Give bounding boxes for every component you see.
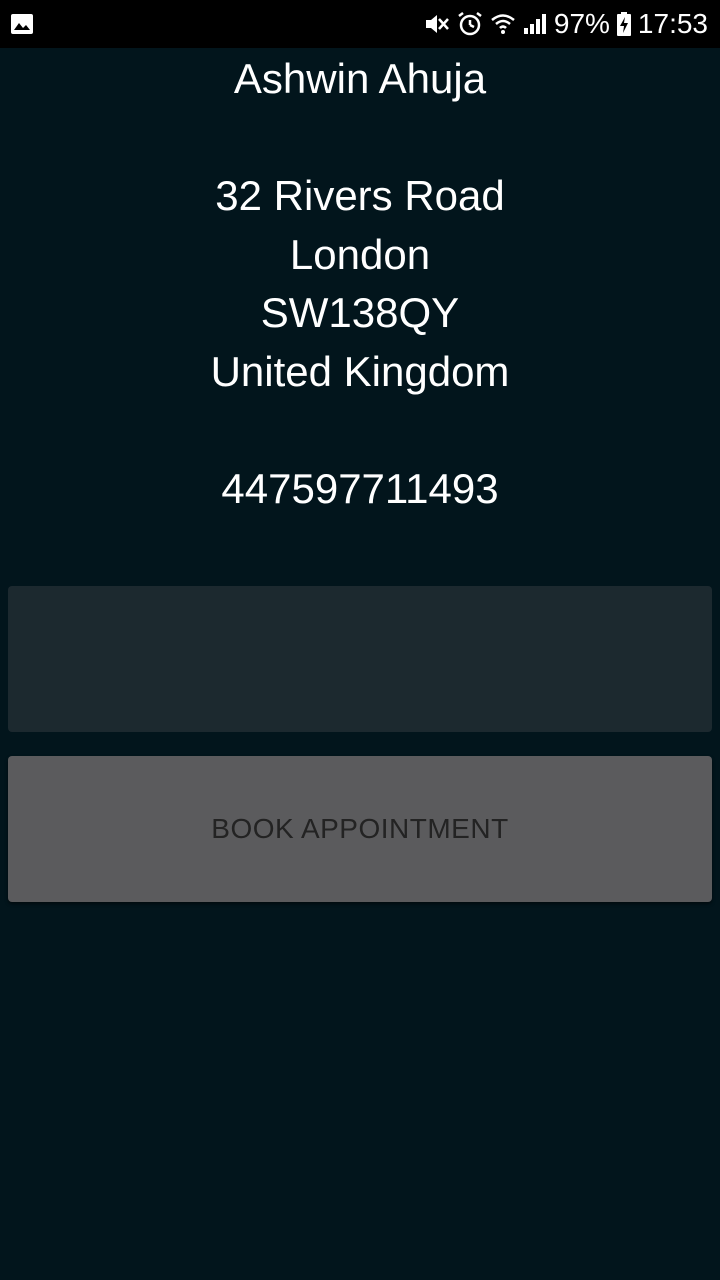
alarm-icon: [456, 10, 484, 38]
battery-percent: 97%: [553, 8, 610, 39]
contact-name: Ashwin Ahuja: [233, 55, 487, 102]
address-postcode: SW138QY: [260, 289, 460, 336]
signal-icon: [522, 10, 548, 38]
battery-charging-icon: [616, 10, 632, 38]
address-line1: 32 Rivers Road: [215, 172, 505, 219]
mute-vibrate-icon: [422, 10, 450, 38]
wifi-icon: [490, 10, 516, 38]
address-country: United Kingdom: [210, 348, 510, 395]
address-city: London: [289, 231, 431, 278]
image-notification-icon: [10, 12, 34, 36]
book-appointment-button[interactable]: BOOK APPOINTMENT: [8, 756, 712, 902]
phone-number[interactable]: 447597711493: [0, 460, 720, 518]
clock: 17:53: [637, 8, 708, 39]
status-icons: 97% 17:53: [422, 0, 708, 48]
book-appointment-label: BOOK APPOINTMENT: [211, 813, 509, 844]
status-bar: 97% 17:53: [0, 0, 720, 48]
blank-panel: [8, 586, 712, 732]
